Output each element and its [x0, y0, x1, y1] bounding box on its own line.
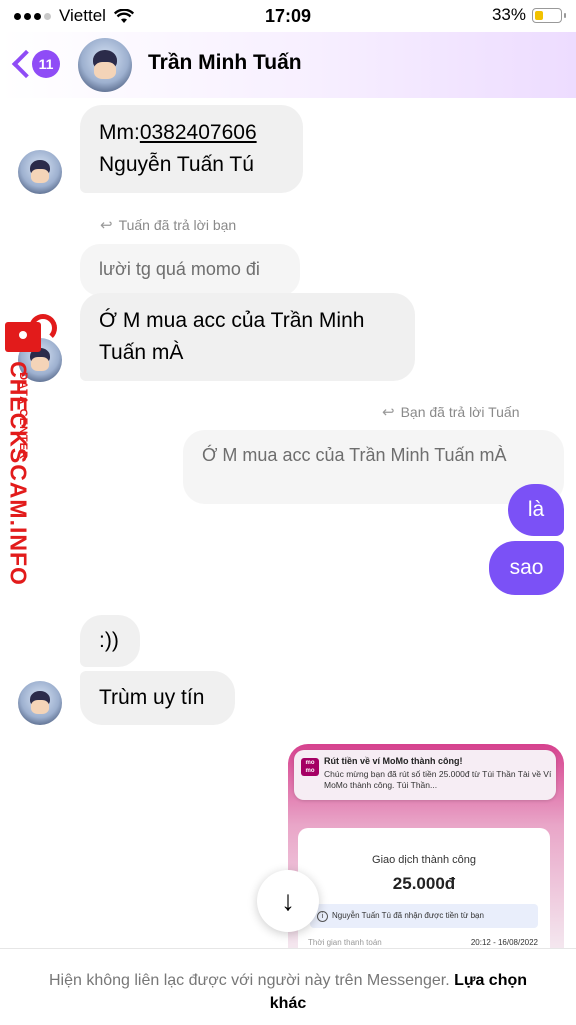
- watermark: DATA CENTER CHECKSCAM.INFO: [3, 310, 61, 610]
- transaction-card: Giao dịch thành công 25.000đ Nguyễn Tuấn…: [298, 828, 550, 948]
- reply-note: ↩ Tuấn đã trả lời bạn: [100, 216, 236, 234]
- message-text: Ớ M mua acc của Trần Minh: [99, 309, 365, 332]
- sender-avatar[interactable]: [18, 150, 62, 194]
- battery-status: 33%: [491, 5, 566, 25]
- phone-number-link[interactable]: 0382407606: [140, 121, 257, 144]
- notification-body: Chúc mừng bạn đã rút số tiền 25.000đ từ …: [324, 769, 552, 790]
- quoted-text: lười tg quá momo đi: [99, 259, 260, 279]
- sender-avatar[interactable]: [18, 681, 62, 725]
- chat-header: 11 Trần Minh Tuấn: [0, 32, 576, 98]
- lock-icon: [5, 314, 57, 352]
- message-text: Nguyễn Tuấn Tú: [99, 153, 254, 176]
- message-bubble-outgoing[interactable]: là: [508, 484, 564, 536]
- shared-image[interactable]: mo mo Rút tiền về ví MoMo thành công! Chú…: [288, 744, 564, 948]
- unavailable-notice: Hiện không liên lạc được với người này t…: [48, 972, 450, 989]
- quoted-message[interactable]: lười tg quá momo đi: [80, 244, 300, 296]
- transaction-time-value: 20:12 - 16/08/2022: [470, 938, 538, 947]
- message-text: Mm:: [99, 121, 140, 144]
- message-text: :)): [99, 629, 119, 652]
- battery-percent: 33%: [491, 5, 526, 24]
- message-text: Trùm uy tín: [99, 686, 205, 709]
- reply-arrow-icon: ↩: [100, 217, 113, 234]
- message-bubble-outgoing[interactable]: sao: [489, 541, 564, 595]
- notification-title: Rút tiền về ví MoMo thành công!: [324, 756, 463, 766]
- transaction-amount: 25.000đ: [392, 874, 456, 893]
- momo-notification: mo mo Rút tiền về ví MoMo thành công! Chú…: [294, 750, 556, 800]
- scroll-to-bottom-button[interactable]: ↓: [257, 870, 319, 932]
- watermark-brand: CHECKSCAM.INFO: [5, 361, 32, 586]
- quoted-message[interactable]: Ớ M mua acc của Trần Minh Tuấn mÀ: [183, 430, 564, 504]
- transaction-time-label: Thời gian thanh toán: [308, 938, 382, 947]
- status-bar: Viettel 17:09 33%: [0, 0, 576, 32]
- reply-note-text: Tuấn đã trả lời bạn: [118, 217, 237, 233]
- message-bubble-incoming[interactable]: Mm:0382407606 Nguyễn Tuấn Tú: [80, 105, 303, 193]
- battery-icon: [532, 7, 566, 23]
- contact-name[interactable]: Trần Minh Tuấn: [148, 51, 302, 75]
- message-bubble-incoming[interactable]: Ớ M mua acc của Trần Minh Tuấn mÀ: [80, 293, 415, 381]
- composer-disabled-notice: Hiện không liên lạc được với người này t…: [0, 948, 576, 1025]
- back-button[interactable]: 11: [10, 49, 60, 79]
- quoted-text: Ớ M mua acc của Trần Minh Tuấn mÀ: [202, 445, 507, 465]
- reply-note: ↩ Bạn đã trả lời Tuấn: [382, 403, 520, 421]
- message-text: là: [527, 498, 545, 521]
- transaction-status: Giao dịch thành công: [372, 854, 476, 866]
- message-bubble-incoming[interactable]: Trùm uy tín: [80, 671, 235, 725]
- reply-arrow-icon: ↩: [382, 404, 395, 421]
- clock: 17:09: [264, 6, 312, 26]
- message-text: Tuấn mÀ: [99, 341, 184, 364]
- arrow-down-icon: ↓: [281, 885, 295, 916]
- reply-note-text: Bạn đã trả lời Tuấn: [400, 404, 520, 420]
- message-bubble-incoming[interactable]: :)): [80, 615, 140, 667]
- contact-avatar[interactable]: [78, 38, 132, 92]
- momo-app-icon: mo mo: [301, 758, 319, 776]
- transaction-note: Nguyễn Tuấn Tú đã nhận được tiền từ bạn: [310, 904, 538, 928]
- message-text: sao: [509, 556, 544, 579]
